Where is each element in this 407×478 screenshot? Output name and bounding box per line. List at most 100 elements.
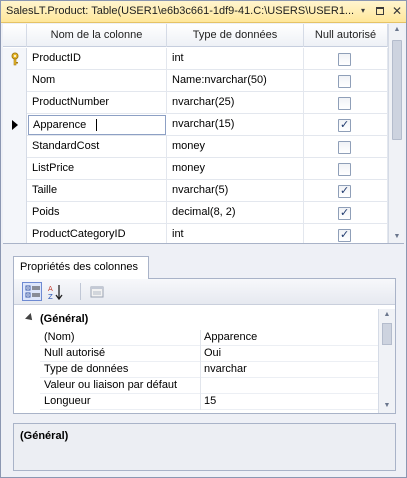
description-title: (Général) xyxy=(20,430,69,442)
column-header-type[interactable]: Type de données xyxy=(167,24,304,47)
property-pages-button[interactable] xyxy=(86,282,106,301)
row-selector[interactable] xyxy=(3,202,27,224)
column-name-cell[interactable]: ProductID xyxy=(27,48,167,70)
property-grid: (Général) (Nom) Apparence Null autorisé Oui… xyxy=(14,309,378,413)
title-bar: SalesLT.Product: Table(USER1\e6b3c661-1d… xyxy=(1,1,406,23)
table-designer-window: SalesLT.Product: Table(USER1\e6b3c661-1d… xyxy=(0,0,407,478)
table-row[interactable]: Nom Name:nvarchar(50) xyxy=(3,70,388,92)
property-value[interactable]: Apparence xyxy=(204,331,257,343)
property-value[interactable]: 15 xyxy=(204,395,216,407)
row-selector[interactable] xyxy=(3,114,27,136)
data-type-cell[interactable]: nvarchar(5) xyxy=(167,180,304,202)
grid-vertical-scrollbar[interactable]: ▲ ▼ xyxy=(388,24,404,243)
property-row[interactable]: Longueur 15 xyxy=(40,394,378,410)
data-type-cell[interactable]: nvarchar(25) xyxy=(167,92,304,114)
row-selector[interactable] xyxy=(3,48,27,70)
window-dropdown-button[interactable]: ▾ xyxy=(355,3,371,19)
null-allowed-checkbox[interactable] xyxy=(338,97,351,110)
checkmark-icon: ✓ xyxy=(340,207,350,219)
null-allowed-checkbox[interactable] xyxy=(338,75,351,88)
property-divider xyxy=(200,394,201,410)
data-type-cell[interactable]: money xyxy=(167,136,304,158)
restore-button[interactable] xyxy=(372,3,388,19)
property-name: Null autorisé xyxy=(44,347,106,359)
svg-text:A: A xyxy=(48,285,53,293)
table-row[interactable]: Apparence nvarchar(15) ✓ xyxy=(3,114,388,136)
property-row[interactable]: (Nom) Apparence xyxy=(40,330,378,346)
column-name-cell[interactable]: StandardCost xyxy=(27,136,167,158)
properties-toolbar: A Z xyxy=(14,279,395,305)
grid-header: Nom de la colonne Type de données Null a… xyxy=(3,24,388,47)
column-properties-body: A Z (Général) (Nom) Apparence Null autor… xyxy=(13,278,396,414)
null-allowed-checkbox[interactable]: ✓ xyxy=(338,185,351,198)
row-header-corner xyxy=(3,24,27,47)
categorized-button[interactable] xyxy=(22,282,42,301)
row-selector[interactable] xyxy=(3,92,27,114)
property-value[interactable]: nvarchar xyxy=(204,363,247,375)
column-header-name[interactable]: Nom de la colonne xyxy=(27,24,167,47)
property-row[interactable]: Type de données nvarchar xyxy=(40,362,378,378)
column-name-cell[interactable]: ProductNumber xyxy=(27,92,167,114)
scroll-up-arrow-icon[interactable]: ▲ xyxy=(379,309,395,321)
null-allowed-checkbox[interactable]: ✓ xyxy=(338,119,351,132)
column-name-cell[interactable]: Poids xyxy=(27,202,167,224)
scroll-thumb[interactable] xyxy=(382,323,392,345)
property-name: (Nom) xyxy=(44,331,75,343)
scroll-down-arrow-icon[interactable]: ▼ xyxy=(389,231,404,243)
table-row[interactable]: ProductID int xyxy=(3,48,388,70)
row-selector[interactable] xyxy=(3,158,27,180)
properties-vertical-scrollbar[interactable]: ▲ ▼ xyxy=(378,309,395,413)
window-title: SalesLT.Product: Table(USER1\e6b3c661-1d… xyxy=(6,5,355,17)
table-row[interactable]: Taille nvarchar(5) ✓ xyxy=(3,180,388,202)
primary-key-icon xyxy=(11,52,19,66)
table-row[interactable]: ListPrice money xyxy=(3,158,388,180)
column-name-input[interactable]: Apparence xyxy=(28,115,166,135)
scroll-down-arrow-icon[interactable]: ▼ xyxy=(379,400,395,412)
alphabetical-button[interactable]: A Z xyxy=(45,282,65,301)
data-type-cell[interactable]: decimal(8, 2) xyxy=(167,202,304,224)
checkmark-icon: ✓ xyxy=(340,119,350,131)
data-type-cell[interactable]: int xyxy=(167,224,304,243)
property-pages-icon xyxy=(90,286,104,298)
column-name-cell[interactable]: Taille xyxy=(27,180,167,202)
scroll-up-arrow-icon[interactable]: ▲ xyxy=(389,24,404,36)
null-allowed-checkbox[interactable]: ✓ xyxy=(338,229,351,242)
property-row[interactable]: Valeur ou liaison par défaut xyxy=(40,378,378,394)
null-allowed-checkbox[interactable] xyxy=(338,141,351,154)
collapse-icon[interactable] xyxy=(25,313,35,323)
scroll-thumb[interactable] xyxy=(392,40,402,140)
data-type-cell[interactable]: money xyxy=(167,158,304,180)
property-row[interactable]: Null autorisé Oui xyxy=(40,346,378,362)
row-selector[interactable] xyxy=(3,136,27,158)
property-divider xyxy=(200,362,201,378)
data-type-cell[interactable]: nvarchar(15) xyxy=(167,114,304,136)
data-type-cell[interactable]: Name:nvarchar(50) xyxy=(167,70,304,92)
data-type-cell[interactable]: int xyxy=(167,48,304,70)
column-name-value: Apparence xyxy=(33,119,87,131)
categorized-icon xyxy=(25,285,40,298)
row-selector[interactable] xyxy=(3,70,27,92)
table-row[interactable]: StandardCost money xyxy=(3,136,388,158)
property-category[interactable]: (Général) xyxy=(14,311,378,329)
null-allowed-checkbox[interactable] xyxy=(338,53,351,66)
column-name-cell[interactable]: ProductCategoryID xyxy=(27,224,167,243)
column-name-cell[interactable]: ListPrice xyxy=(27,158,167,180)
property-description: (Général) xyxy=(13,423,396,471)
null-allowed-checkbox[interactable]: ✓ xyxy=(338,207,351,220)
row-selector[interactable] xyxy=(3,180,27,202)
row-selector[interactable] xyxy=(3,224,27,243)
column-header-null[interactable]: Null autorisé xyxy=(304,24,388,47)
property-divider xyxy=(200,346,201,362)
close-button[interactable]: ✕ xyxy=(389,3,405,19)
tab-column-properties[interactable]: Propriétés des colonnes xyxy=(13,256,149,279)
property-value[interactable]: Oui xyxy=(204,347,221,359)
columns-grid: Nom de la colonne Type de données Null a… xyxy=(3,24,404,244)
column-name-cell[interactable]: Nom xyxy=(27,70,167,92)
category-label: (Général) xyxy=(40,313,89,325)
current-row-arrow-icon xyxy=(12,120,18,130)
table-row[interactable]: Poids decimal(8, 2) ✓ xyxy=(3,202,388,224)
null-allowed-checkbox[interactable] xyxy=(338,163,351,176)
property-name: Valeur ou liaison par défaut xyxy=(44,379,178,391)
table-row[interactable]: ProductNumber nvarchar(25) xyxy=(3,92,388,114)
table-row[interactable]: ProductCategoryID int ✓ xyxy=(3,224,388,243)
